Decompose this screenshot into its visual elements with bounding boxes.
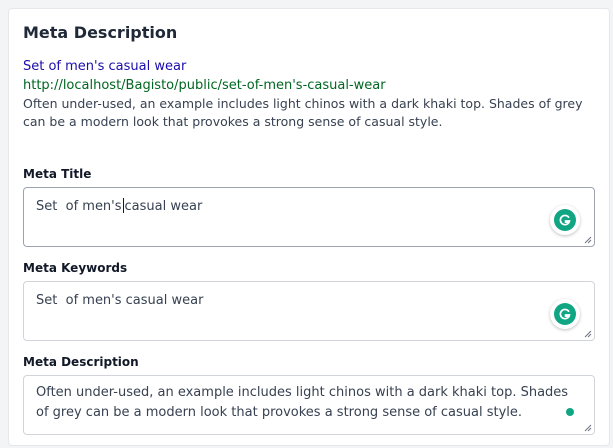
preview-title: Set of men's casual wear: [23, 59, 187, 74]
grammarly-icon[interactable]: [550, 299, 580, 329]
meta-keywords-value: Set of men's casual wear: [36, 293, 204, 308]
meta-description-card: Meta Description Set of men's casual wea…: [8, 8, 610, 446]
meta-description-textarea[interactable]: Often under-used, an example includes li…: [23, 375, 595, 435]
search-preview: Set of men's casual wear http://localhos…: [23, 58, 593, 131]
preview-description: Often under-used, an example includes li…: [23, 95, 593, 131]
resize-handle-icon[interactable]: [582, 328, 592, 338]
text-caret: [122, 198, 124, 213]
resize-handle-icon[interactable]: [582, 422, 592, 432]
section-title: Meta Description: [23, 23, 178, 42]
preview-description-line-1: Often under-used, an example includes li…: [23, 96, 583, 111]
meta-description-label: Meta Description: [23, 355, 139, 369]
preview-url: http://localhost/Bagisto/public/set-of-m…: [23, 78, 386, 93]
resize-handle-icon[interactable]: [582, 234, 592, 244]
meta-title-value-end: casual wear: [124, 199, 203, 214]
meta-title-label: Meta Title: [23, 167, 92, 181]
grammarly-icon[interactable]: [550, 205, 580, 235]
preview-description-line-2: can be a modern look that provokes a str…: [23, 114, 443, 129]
grammarly-icon[interactable]: [566, 408, 574, 416]
meta-keywords-textarea[interactable]: Set of men's casual wear: [23, 281, 595, 341]
meta-description-value: Often under-used, an example includes li…: [36, 385, 569, 420]
meta-title-value-start: Set of men's: [36, 199, 122, 214]
meta-keywords-label: Meta Keywords: [23, 261, 128, 275]
meta-title-textarea[interactable]: Set of men's casual wear: [23, 187, 595, 247]
